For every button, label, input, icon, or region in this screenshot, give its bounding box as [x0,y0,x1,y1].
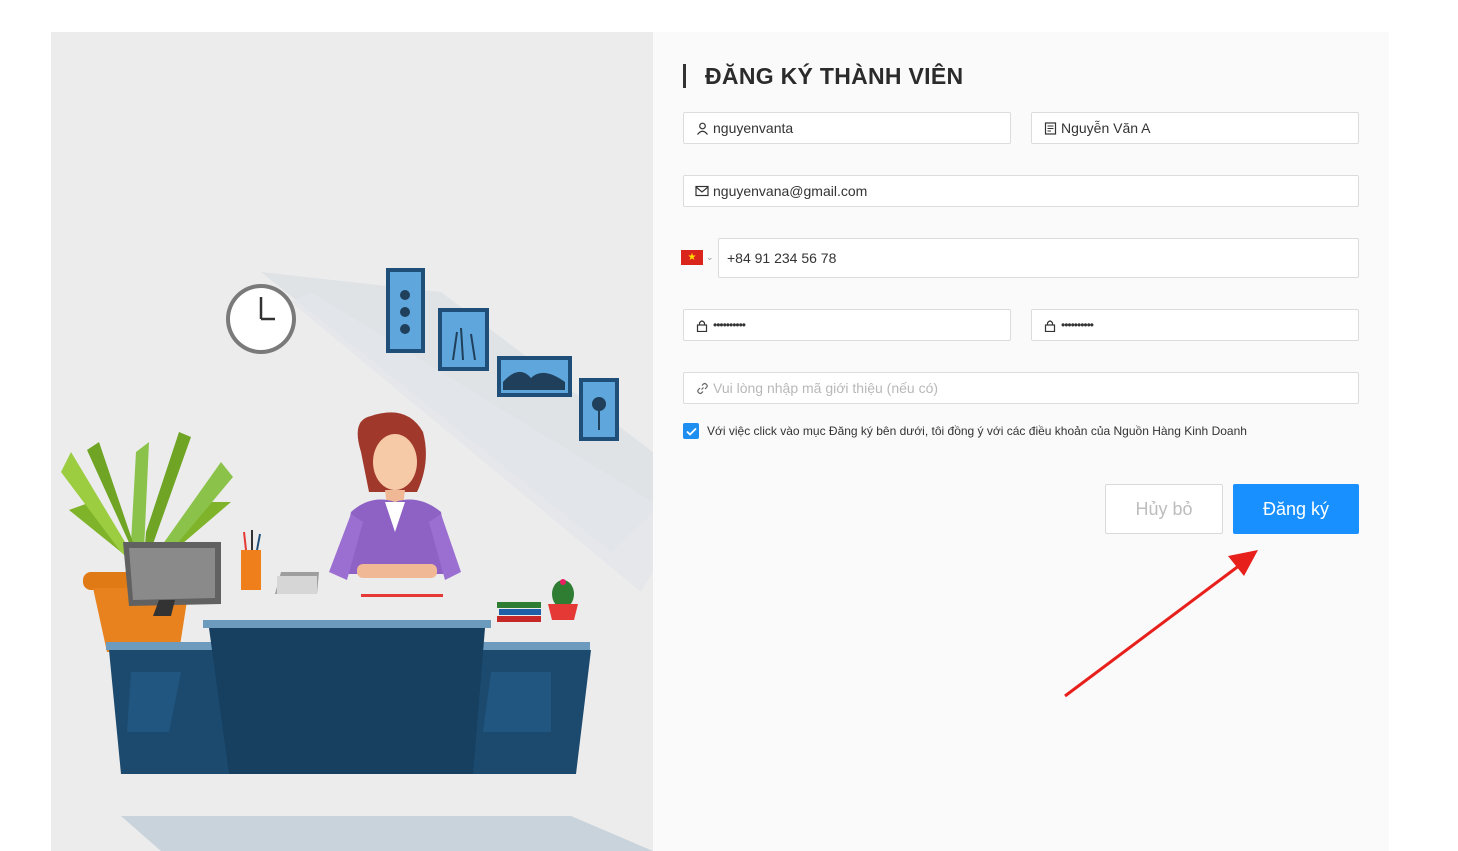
register-page: ĐĂNG KÝ THÀNH VIÊN nguyenvanta Nguyễn Vă… [0,0,1458,851]
vn-flag-icon: ★ [681,250,703,265]
confirm-password-input[interactable]: •••••••••• [1031,309,1359,341]
fullname-input[interactable]: Nguyễn Văn A [1031,112,1359,144]
username-value: nguyenvanta [713,120,794,136]
referral-code-input[interactable]: Vui lòng nhập mã giới thiệu (nếu có) [683,372,1359,404]
id-card-icon [1043,121,1057,135]
reception-scene-image [61,268,653,851]
register-form: ĐĂNG KÝ THÀNH VIÊN nguyenvanta Nguyễn Vă… [681,32,1359,851]
clock-icon [226,284,296,354]
phone-input[interactable]: +84 91 234 56 78 [718,238,1359,278]
link-icon [695,381,709,395]
password-value: •••••••••• [713,318,746,332]
cancel-button[interactable]: Hủy bỏ [1105,484,1223,534]
fullname-value: Nguyễn Văn A [1061,120,1151,136]
confirm-password-value: •••••••••• [1061,318,1094,332]
password-input[interactable]: •••••••••• [683,309,1011,341]
terms-agreement: Với việc click vào mục Đăng ký bên dưới,… [683,423,1247,439]
checkmark-icon [685,427,697,436]
form-header: ĐĂNG KÝ THÀNH VIÊN [683,63,963,89]
country-code-select[interactable]: ★ ⌄ [681,250,714,265]
username-input[interactable]: nguyenvanta [683,112,1011,144]
email-value: nguyenvana@gmail.com [713,183,868,199]
form-title: ĐĂNG KÝ THÀNH VIÊN [705,62,964,89]
phone-value: +84 91 234 56 78 [727,250,837,266]
lock-icon [695,318,709,332]
user-icon [695,121,709,135]
title-accent-bar [683,64,686,88]
reception-illustration [51,32,653,851]
register-button[interactable]: Đăng ký [1233,484,1359,534]
mail-icon [695,184,709,198]
register-card: ĐĂNG KÝ THÀNH VIÊN nguyenvanta Nguyễn Vă… [51,32,1389,851]
lock-icon [1043,318,1057,332]
terms-text: Với việc click vào mục Đăng ký bên dưới,… [707,424,1247,438]
email-input[interactable]: nguyenvana@gmail.com [683,175,1359,207]
terms-checkbox[interactable] [683,423,699,439]
chevron-down-icon: ⌄ [706,252,714,262]
referral-placeholder: Vui lòng nhập mã giới thiệu (nếu có) [713,380,939,396]
